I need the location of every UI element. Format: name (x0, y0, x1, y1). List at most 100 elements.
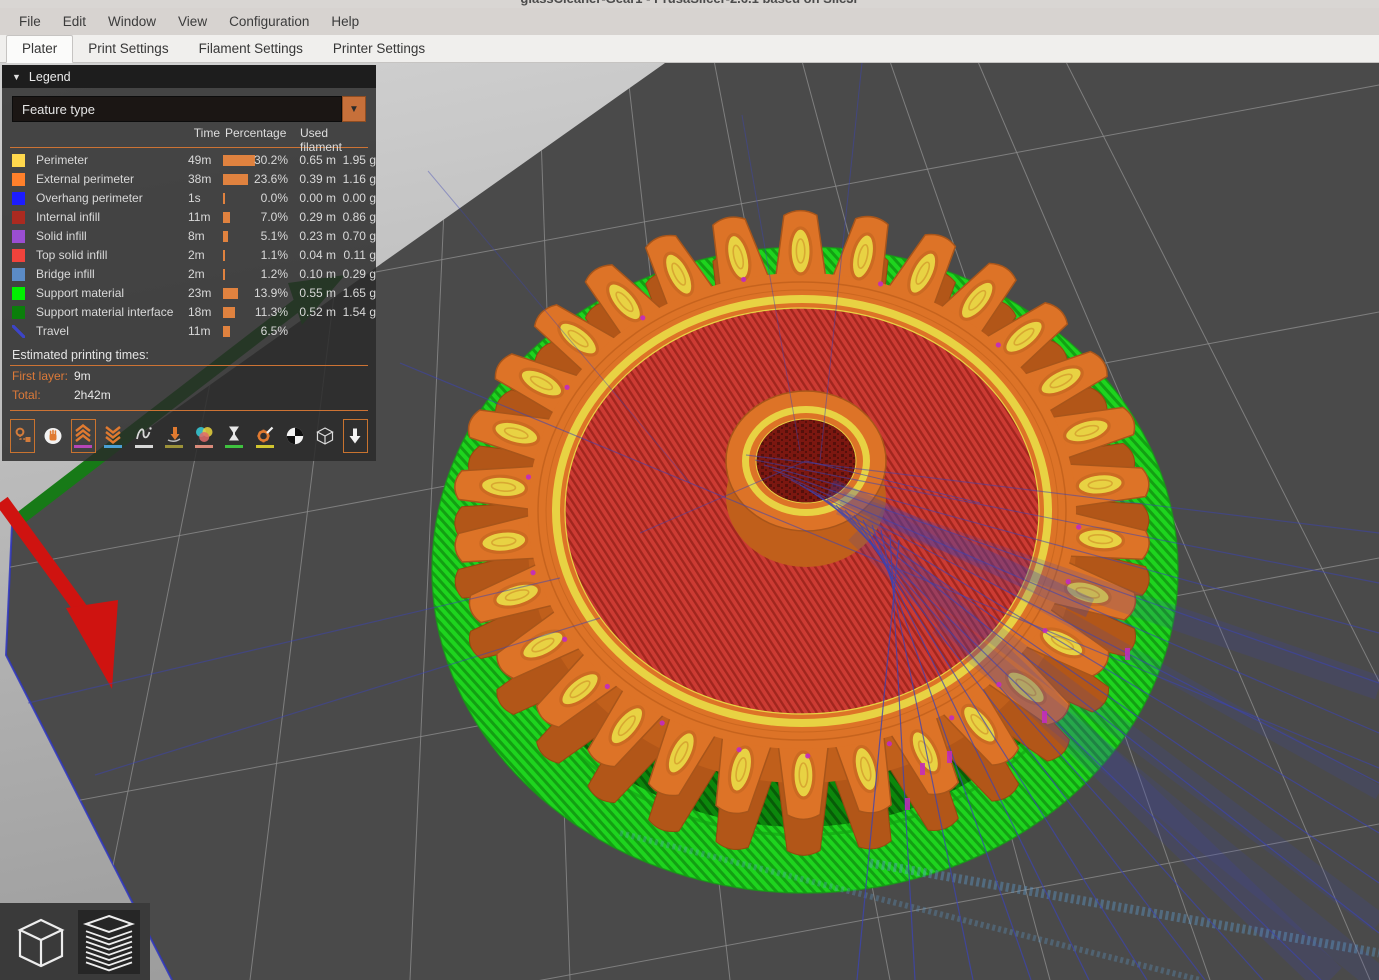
view-type-dropdown-button[interactable]: ▼ (342, 96, 366, 122)
feature-weight: 0.86 g (332, 210, 376, 224)
menu-item-configuration[interactable]: Configuration (218, 8, 320, 35)
toggle-color-changes-icon[interactable] (192, 419, 217, 453)
column-percentage: Percentage (225, 126, 286, 140)
percentage-bar (223, 288, 238, 299)
feature-color-swatch (12, 306, 25, 319)
legend-panel: ▼ Legend Feature type ▼ Time Percentage … (2, 65, 376, 461)
column-used-filament: Used filament (300, 126, 368, 154)
legend-row-external-perimeter[interactable]: External perimeter38m23.6%0.39 m1.16 g (10, 170, 368, 189)
feature-time: 2m (188, 267, 205, 281)
feature-length: 0.04 m (292, 248, 336, 262)
feature-weight: 1.65 g (332, 286, 376, 300)
tab-print-settings[interactable]: Print Settings (73, 36, 183, 62)
legend-row-overhang-perimeter[interactable]: Overhang perimeter1s0.0%0.00 m0.00 g (10, 189, 368, 208)
feature-percentage: 1.1% (252, 248, 288, 262)
percentage-bar (223, 250, 225, 261)
feature-color-swatch (12, 173, 25, 186)
menu-item-edit[interactable]: Edit (52, 8, 97, 35)
legend-row-internal-infill[interactable]: Internal infill11m7.0%0.29 m0.86 g (10, 208, 368, 227)
menu-item-window[interactable]: Window (97, 8, 167, 35)
feature-percentage: 7.0% (252, 210, 288, 224)
feature-weight: 1.16 g (332, 172, 376, 186)
feature-label: Bridge infill (36, 267, 95, 281)
toggle-travel-icon[interactable] (10, 419, 35, 453)
feature-time: 49m (188, 153, 211, 167)
menu-item-help[interactable]: Help (320, 8, 370, 35)
first-layer-label: First layer: (12, 369, 68, 383)
gear-model (455, 211, 1149, 856)
feature-length: 0.39 m (292, 172, 336, 186)
toggle-tool-changes-icon[interactable] (161, 419, 186, 453)
feature-weight: 0.11 g (332, 248, 376, 262)
feature-length: 0.65 m (292, 153, 336, 167)
legend-column-headers: Time Percentage Used filament (10, 126, 368, 144)
feature-time: 11m (188, 324, 210, 338)
toggle-pause-prints-icon[interactable] (222, 419, 247, 453)
column-time: Time (186, 126, 220, 140)
legend-body: Feature type ▼ Time Percentage Used fila… (2, 88, 376, 461)
feature-weight: 0.00 g (332, 191, 376, 205)
feature-color-swatch (12, 211, 25, 224)
tab-printer-settings[interactable]: Printer Settings (318, 36, 440, 62)
feature-time: 2m (188, 248, 205, 262)
feature-label: Top solid infill (36, 248, 107, 262)
percentage-bar (223, 193, 225, 204)
feature-percentage: 23.6% (252, 172, 288, 186)
feature-label: Support material (36, 286, 124, 300)
feature-percentage: 6.5% (252, 324, 288, 338)
3d-editor-view-button[interactable] (10, 910, 72, 974)
menubar: FileEditWindowViewConfigurationHelp (0, 8, 1379, 35)
feature-color-swatch (12, 287, 25, 300)
toggle-seams-icon[interactable] (131, 419, 156, 453)
percentage-bar (223, 155, 255, 166)
tab-filament-settings[interactable]: Filament Settings (184, 36, 318, 62)
feature-label: Travel (36, 324, 69, 338)
feature-length: 0.29 m (292, 210, 336, 224)
feature-length: 0.52 m (292, 305, 336, 319)
legend-row-support-material[interactable]: Support material23m13.9%0.55 m1.65 g (10, 284, 368, 303)
total-time-label: Total: (12, 388, 41, 402)
feature-percentage: 0.0% (252, 191, 288, 205)
total-time-value: 2h42m (74, 388, 111, 402)
feature-time: 23m (188, 286, 211, 300)
feature-percentage: 30.2% (252, 153, 288, 167)
feature-time: 38m (188, 172, 211, 186)
toggle-tool-marker-icon[interactable] (343, 419, 368, 453)
menu-item-view[interactable]: View (167, 8, 218, 35)
feature-time: 8m (188, 229, 205, 243)
toggle-custom-gcodes-icon[interactable] (252, 419, 277, 453)
toggle-wipe-icon[interactable] (40, 419, 65, 453)
feature-length: 0.23 m (292, 229, 336, 243)
percentage-bar (223, 231, 228, 242)
toggle-shells-icon[interactable] (313, 419, 338, 453)
feature-label: Solid infill (36, 229, 87, 243)
legend-row-bridge-infill[interactable]: Bridge infill2m1.2%0.10 m0.29 g (10, 265, 368, 284)
legend-row-travel[interactable]: Travel 11m 6.5% (10, 322, 368, 341)
legend-header[interactable]: ▼ Legend (2, 65, 376, 88)
estimated-times-title: Estimated printing times: (12, 348, 368, 362)
feature-weight: 0.29 g (332, 267, 376, 281)
tab-plater[interactable]: Plater (6, 35, 73, 63)
feature-time: 1s (188, 191, 201, 205)
feature-weight: 0.70 g (332, 229, 376, 243)
toggle-center-of-mass-icon[interactable] (282, 419, 307, 453)
feature-color-swatch (12, 268, 25, 281)
legend-row-top-solid-infill[interactable]: Top solid infill2m1.1%0.04 m0.11 g (10, 246, 368, 265)
toggle-deretractions-icon[interactable] (101, 419, 126, 453)
percentage-bar (223, 212, 230, 223)
menu-item-file[interactable]: File (8, 8, 52, 35)
feature-weight: 1.95 g (332, 153, 376, 167)
legend-row-solid-infill[interactable]: Solid infill8m5.1%0.23 m0.70 g (10, 227, 368, 246)
feature-color-swatch (12, 249, 25, 262)
toggle-retractions-icon[interactable] (71, 419, 96, 453)
preview-view-button[interactable] (78, 910, 140, 974)
feature-color-swatch (12, 154, 25, 167)
feature-label: Perimeter (36, 153, 88, 167)
legend-row-perimeter[interactable]: Perimeter49m30.2%0.65 m1.95 g (10, 151, 368, 170)
legend-row-support-material-interface[interactable]: Support material interface18m11.3%0.52 m… (10, 303, 368, 322)
travel-line-swatch (12, 325, 25, 338)
tabbar: PlaterPrint SettingsFilament SettingsPri… (0, 35, 1379, 63)
feature-percentage: 5.1% (252, 229, 288, 243)
view-type-select[interactable]: Feature type (12, 96, 342, 122)
feature-label: Overhang perimeter (36, 191, 143, 205)
